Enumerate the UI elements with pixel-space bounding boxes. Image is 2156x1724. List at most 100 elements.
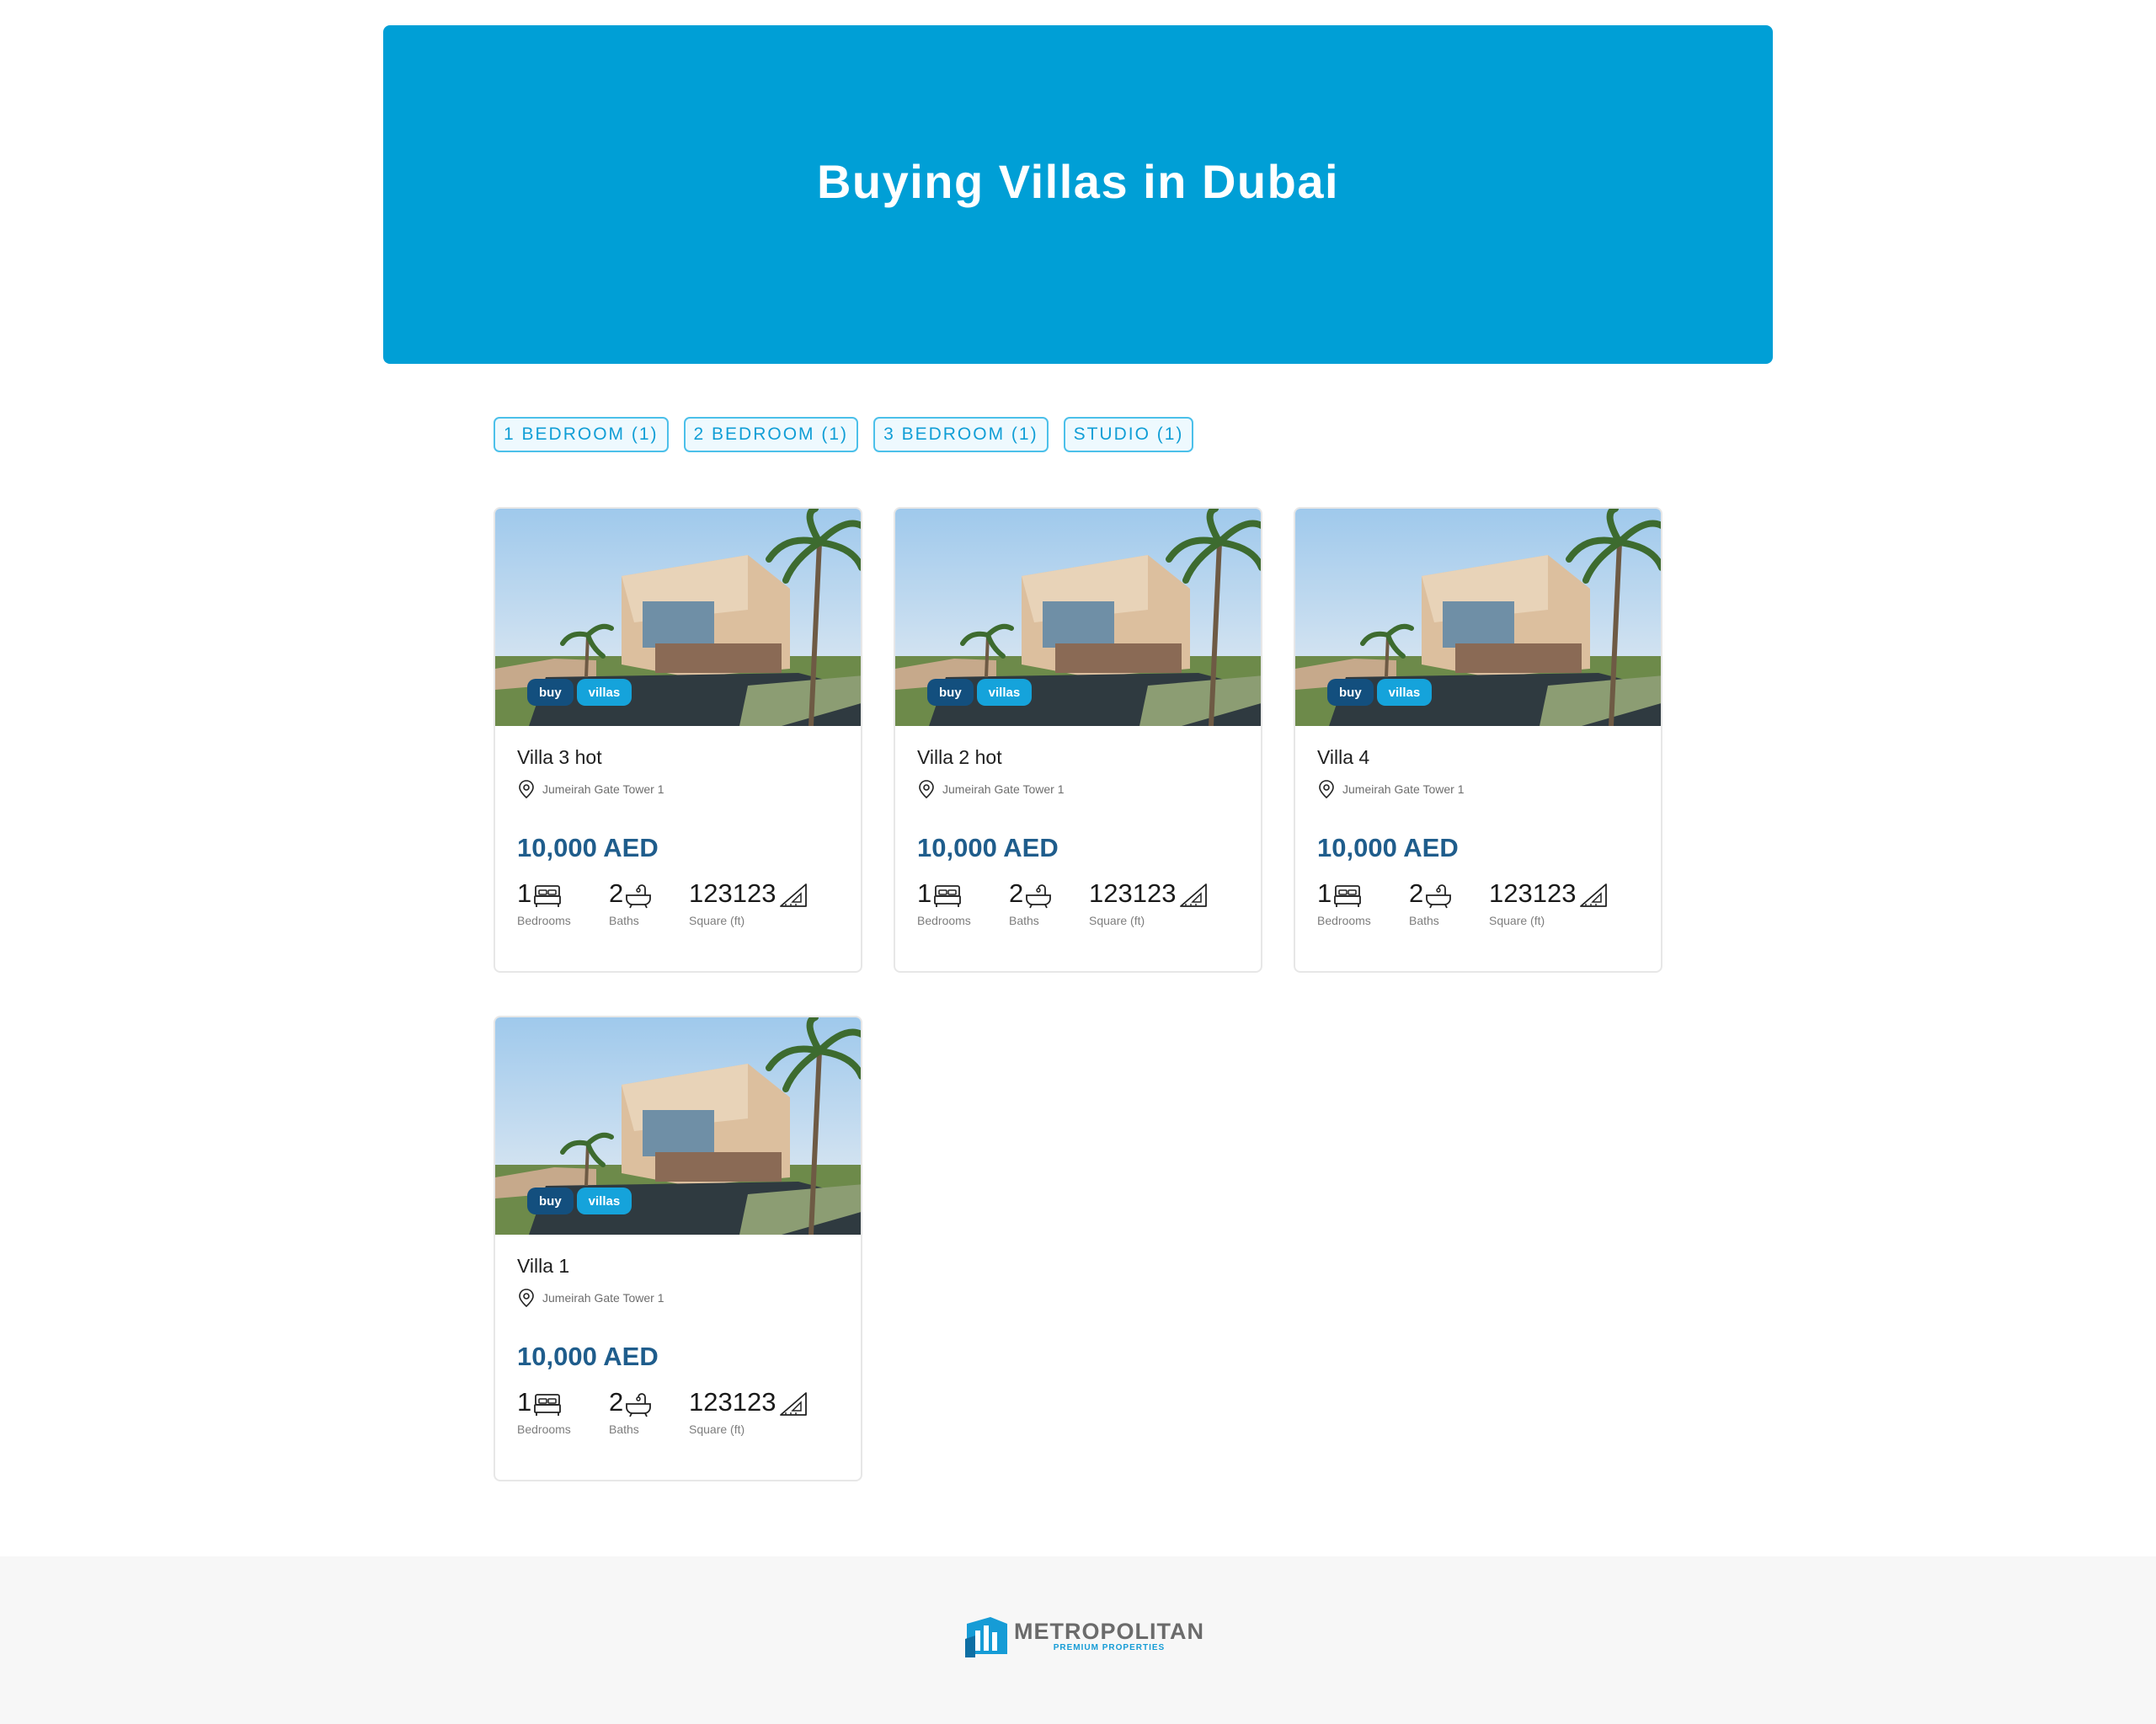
area-label: Square (ft) xyxy=(689,914,745,927)
hero-banner: Buying Villas in Dubai xyxy=(383,25,1773,364)
location-text: Jumeirah Gate Tower 1 xyxy=(542,782,664,796)
bed-icon xyxy=(534,1394,562,1416)
listing-title[interactable]: Villa 3 hot xyxy=(517,746,839,771)
listing-stats: 1 Bedrooms 2 Baths 123123 Square (ft) xyxy=(517,878,839,927)
tag-villas: villas xyxy=(576,1188,632,1214)
location-text: Jumeirah Gate Tower 1 xyxy=(942,782,1065,796)
tag-villas: villas xyxy=(1376,679,1433,706)
listing-price: 10,000 AED xyxy=(517,833,659,862)
stat-bedrooms: 1 Bedrooms xyxy=(517,1387,609,1436)
map-pin-icon xyxy=(1319,780,1334,799)
stat-area: 123123 Square (ft) xyxy=(689,878,809,927)
baths-value: 2 xyxy=(1409,878,1424,908)
bedrooms-label: Bedrooms xyxy=(917,914,971,927)
bedrooms-value: 1 xyxy=(517,1387,532,1417)
listing-card[interactable]: buy villas Villa 2 hot Jumeirah Gate Tow… xyxy=(894,507,1262,973)
listing-stats: 1 Bedrooms 2 Baths 123123 Square (ft) xyxy=(1317,878,1639,927)
listing-photo[interactable]: buy villas xyxy=(495,509,861,726)
set-square-icon xyxy=(780,1392,808,1416)
baths-label: Baths xyxy=(609,914,639,927)
filter-studio[interactable]: STUDIO (1) xyxy=(1063,417,1194,452)
filter-2-bedroom[interactable]: 2 BEDROOM (1) xyxy=(683,417,859,452)
company-logo[interactable]: METROPOLITAN PREMIUM PROPERTIES xyxy=(965,1615,1204,1657)
filter-1-bedroom[interactable]: 1 BEDROOM (1) xyxy=(494,417,669,452)
tag-buy: buy xyxy=(527,679,574,706)
bedrooms-label: Bedrooms xyxy=(1317,914,1371,927)
stat-bedrooms: 1 Bedrooms xyxy=(517,878,609,927)
listing-tags: buy villas xyxy=(1327,679,1433,706)
stat-bedrooms: 1 Bedrooms xyxy=(1317,878,1409,927)
stat-bedrooms: 1 Bedrooms xyxy=(917,878,1009,927)
set-square-icon xyxy=(780,883,808,907)
listing-location: Jumeirah Gate Tower 1 xyxy=(1317,779,1639,799)
map-pin-icon xyxy=(919,780,934,799)
listing-price: 10,000 AED xyxy=(917,833,1059,862)
bathtub-icon xyxy=(1026,884,1052,909)
tag-buy: buy xyxy=(1327,679,1374,706)
bedrooms-value: 1 xyxy=(517,878,532,908)
tag-villas: villas xyxy=(976,679,1033,706)
logo-tagline: PREMIUM PROPERTIES xyxy=(1053,1643,1166,1652)
area-label: Square (ft) xyxy=(1489,914,1545,927)
baths-label: Baths xyxy=(1009,914,1039,927)
bedrooms-value: 1 xyxy=(917,878,932,908)
listing-photo[interactable]: buy villas xyxy=(1295,509,1661,726)
bathtub-icon xyxy=(626,1393,652,1417)
location-text: Jumeirah Gate Tower 1 xyxy=(1342,782,1465,796)
stat-baths: 2 Baths xyxy=(1409,878,1489,927)
bedrooms-value: 1 xyxy=(1317,878,1332,908)
tag-villas: villas xyxy=(576,679,632,706)
bedrooms-label: Bedrooms xyxy=(517,914,571,927)
listing-tags: buy villas xyxy=(527,1188,632,1214)
map-pin-icon xyxy=(519,780,534,799)
stat-baths: 2 Baths xyxy=(609,878,689,927)
stat-baths: 2 Baths xyxy=(609,1387,689,1436)
page-title: Buying Villas in Dubai xyxy=(816,154,1340,208)
listing-card[interactable]: buy villas Villa 3 hot Jumeirah Gate Tow… xyxy=(494,507,862,973)
baths-value: 2 xyxy=(609,1387,624,1417)
listing-stats: 1 Bedrooms 2 Baths 123123 Square (ft) xyxy=(917,878,1239,927)
set-square-icon xyxy=(1580,883,1608,907)
filter-3-bedroom[interactable]: 3 BEDROOM (1) xyxy=(873,417,1049,452)
baths-value: 2 xyxy=(1009,878,1024,908)
listing-title[interactable]: Villa 2 hot xyxy=(917,746,1239,771)
listing-price: 10,000 AED xyxy=(517,1342,659,1371)
set-square-icon xyxy=(1180,883,1208,907)
baths-value: 2 xyxy=(609,878,624,908)
listing-card[interactable]: buy villas Villa 1 Jumeirah Gate Tower 1… xyxy=(494,1016,862,1481)
bedrooms-label: Bedrooms xyxy=(517,1422,571,1436)
stat-area: 123123 Square (ft) xyxy=(689,1387,809,1436)
building-logo-icon xyxy=(965,1617,1007,1657)
listing-card[interactable]: buy villas Villa 4 Jumeirah Gate Tower 1… xyxy=(1294,507,1662,973)
bed-icon xyxy=(534,885,562,907)
listing-tags: buy villas xyxy=(527,679,632,706)
stat-area: 123123 Square (ft) xyxy=(1089,878,1209,927)
area-value: 123123 xyxy=(689,1387,776,1417)
baths-label: Baths xyxy=(609,1422,639,1436)
bed-icon xyxy=(1334,885,1362,907)
listing-location: Jumeirah Gate Tower 1 xyxy=(517,779,839,799)
tag-buy: buy xyxy=(927,679,974,706)
listing-photo[interactable]: buy villas xyxy=(495,1017,861,1235)
listing-tags: buy villas xyxy=(927,679,1033,706)
listing-stats: 1 Bedrooms 2 Baths 123123 Square (ft) xyxy=(517,1387,839,1436)
listing-photo[interactable]: buy villas xyxy=(895,509,1261,726)
listing-title[interactable]: Villa 4 xyxy=(1317,746,1639,771)
logo-wordmark: METROPOLITAN xyxy=(1014,1619,1204,1644)
bathtub-icon xyxy=(626,884,652,909)
listing-price: 10,000 AED xyxy=(1317,833,1459,862)
bathtub-icon xyxy=(1426,884,1452,909)
listing-location: Jumeirah Gate Tower 1 xyxy=(917,779,1239,799)
baths-label: Baths xyxy=(1409,914,1439,927)
area-value: 123123 xyxy=(1089,878,1177,908)
area-label: Square (ft) xyxy=(1089,914,1145,927)
footer: METROPOLITAN PREMIUM PROPERTIES xyxy=(0,1556,2156,1724)
area-label: Square (ft) xyxy=(689,1422,745,1436)
area-value: 123123 xyxy=(689,878,776,908)
bed-icon xyxy=(934,885,962,907)
stat-area: 123123 Square (ft) xyxy=(1489,878,1609,927)
map-pin-icon xyxy=(519,1289,534,1308)
tag-buy: buy xyxy=(527,1188,574,1214)
listing-title[interactable]: Villa 1 xyxy=(517,1255,839,1280)
location-text: Jumeirah Gate Tower 1 xyxy=(542,1291,664,1305)
